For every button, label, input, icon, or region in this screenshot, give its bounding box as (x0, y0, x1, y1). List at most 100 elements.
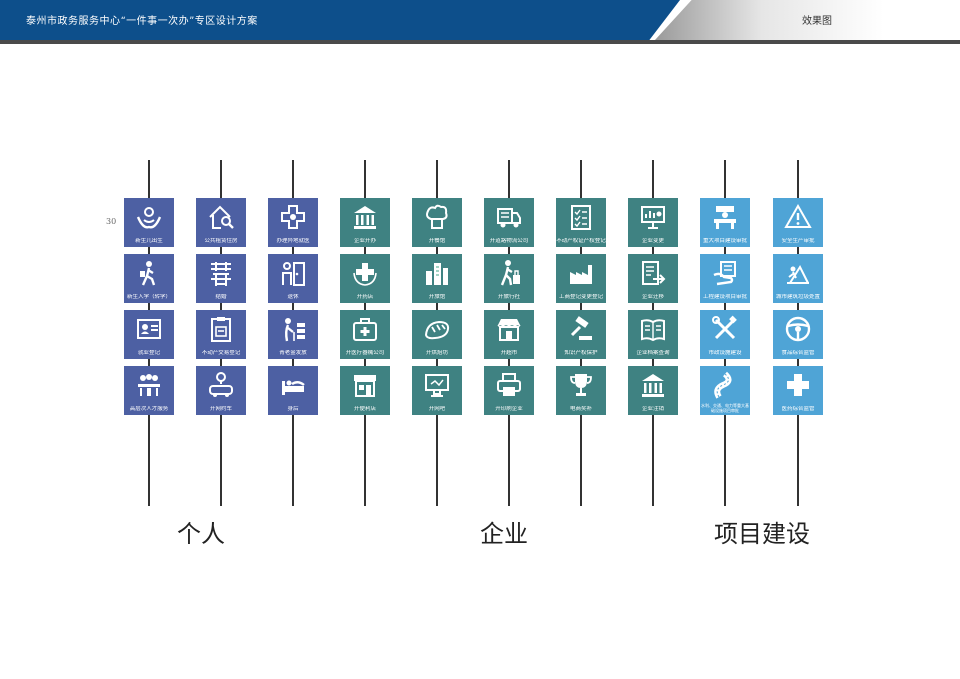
service-tile-label: 开网约车 (209, 406, 232, 412)
service-tile[interactable]: 新生儿出生 (124, 198, 174, 247)
service-column: 公共租赁住房 结婚不动产交易登记开网约车 (196, 160, 246, 506)
service-column: 办理异地就医退休青老金发放身后 (268, 160, 318, 506)
service-tile[interactable]: 退休 (268, 254, 318, 303)
service-tile[interactable]: 青老金发放 (268, 310, 318, 359)
plus-cross-icon (787, 374, 809, 396)
section-label: 效果图 (802, 16, 832, 27)
service-tile[interactable]: 安全生产审批 (773, 198, 823, 247)
service-tile[interactable]: 知识产权保护 (556, 310, 606, 359)
service-tile-label: 开药店 (356, 294, 374, 300)
service-tile-label: 开网吧 (428, 406, 446, 412)
service-tile[interactable]: 高层次人才服务 (124, 366, 174, 415)
traveler-luggage-icon (500, 260, 520, 286)
service-tile-label: 新生儿出生 (135, 238, 163, 244)
service-tile[interactable]: 不动产交易登记 (196, 310, 246, 359)
service-tile[interactable]: 开超市 (484, 310, 534, 359)
bank-building-icon (354, 206, 376, 229)
service-tile[interactable]: 不动产权证产权登记 (556, 198, 606, 247)
service-column: 新生儿出生新生入学（转学） 就业登记高层次人才服务 (124, 160, 174, 506)
service-tile[interactable]: 新生入学（转学） (124, 254, 174, 303)
service-tile[interactable]: 开旅行社 (484, 254, 534, 303)
presentation-board-icon (641, 206, 665, 229)
document-title: 泰州市政务服务中心“一件事一次办”专区设计方案 (26, 16, 258, 27)
service-column: 开道路物流公司 开旅行社开超市开印刷企业 (484, 160, 534, 506)
wrench-screwdriver-icon (712, 315, 737, 340)
service-tile[interactable]: 开药店 (340, 254, 390, 303)
warning-triangle-icon (784, 203, 812, 228)
service-tile[interactable]: 开印刷企业 (484, 366, 534, 415)
service-tile[interactable]: 开餐馆 (412, 198, 462, 247)
service-tile-label: 高层次人才服务 (129, 406, 169, 412)
service-tile[interactable]: 企业注销 (628, 366, 678, 415)
service-tile[interactable]: 企业档案查询 (628, 310, 678, 359)
service-tile-label: 企业开办 (353, 238, 376, 244)
service-tile[interactable]: 就业登记 (124, 310, 174, 359)
service-column: 企业变更企业迁移企业档案查询企业注销 (628, 160, 678, 506)
service-tile-label: 就业登记 (137, 350, 160, 356)
service-tile-label: 开医疗器械公司 (345, 350, 385, 356)
service-tile[interactable]: 企业迁移 (628, 254, 678, 303)
service-tile[interactable]: 开旅馆 (412, 254, 462, 303)
trophy-icon (570, 374, 592, 396)
service-column: 重大项目建设审批工程建设项目审批市政设施建设水利、交通、电力等重大基础设施项目审… (700, 160, 750, 506)
winding-road-icon (714, 371, 732, 399)
service-tile[interactable]: 身后 (268, 366, 318, 415)
hand-document-icon (713, 261, 736, 286)
service-tile-label: 企业注销 (641, 406, 664, 412)
service-tile[interactable]: 食品综合监管 (773, 310, 823, 359)
header-divider (0, 40, 960, 44)
service-tile[interactable]: 工程建设项目审批 (700, 254, 750, 303)
factory-icon (570, 265, 592, 284)
city-buildings-icon (426, 263, 448, 285)
service-tile[interactable]: 企业变更 (628, 198, 678, 247)
service-tile-label: 结婚 (215, 294, 227, 300)
service-tile[interactable]: 水利、交通、电力等重大基础设施项目审批 (700, 366, 750, 415)
service-tile-label: 知识产权保护 (564, 350, 598, 356)
service-tile-label: 电商奖补 (569, 406, 592, 412)
service-tile[interactable]: 电商奖补 (556, 366, 606, 415)
service-tile[interactable]: 开便利店 (340, 366, 390, 415)
category-label-project: 项目建设 (714, 520, 810, 548)
supermarket-icon (497, 319, 521, 341)
id-card-icon (137, 319, 161, 339)
gavel-icon (570, 316, 592, 340)
steering-circle-icon (785, 316, 811, 342)
service-tile-label: 开便利店 (353, 406, 376, 412)
service-tile-label: 食品综合监管 (781, 350, 815, 356)
service-tile[interactable]: 公共租赁住房 (196, 198, 246, 247)
service-tile-label: 医药综合监管 (781, 406, 815, 412)
service-tile[interactable]: 开道路物流公司 (484, 198, 534, 247)
service-tile[interactable]: 开网约车 (196, 366, 246, 415)
service-tile-label: 市政设施建设 (708, 350, 742, 356)
service-tile-label: 开超市 (500, 350, 518, 356)
service-tile[interactable]: 重大项目建设审批 (700, 198, 750, 247)
double-happiness-icon (211, 262, 231, 286)
checklist-icon (571, 205, 591, 230)
service-column: 不动产权证产权登记 工商登记变更登记 知识产权保护 电商奖补 (556, 160, 606, 506)
service-tile-label: 开印刷企业 (495, 406, 523, 412)
service-tile-label: 重大项目建设审批 (702, 238, 747, 244)
service-tile-label: 退休 (287, 294, 299, 300)
service-tile[interactable]: 开网吧 (412, 366, 462, 415)
bed-icon (282, 380, 305, 395)
storefront-icon (354, 375, 376, 397)
service-tile[interactable]: 医药综合监管 (773, 366, 823, 415)
monitor-icon (425, 374, 449, 397)
service-tile-label: 不动产权证产权登记 (556, 238, 606, 244)
desk-person-icon (714, 206, 736, 229)
baby-hands-icon (136, 207, 162, 229)
service-tile[interactable]: 工商登记变更登记 (556, 254, 606, 303)
clipboard-icon (211, 317, 231, 342)
service-tile[interactable]: 市政设施建设 (700, 310, 750, 359)
service-tile-label: 开烘焙坊 (425, 350, 448, 356)
service-tile[interactable]: 办理异地就医 (268, 198, 318, 247)
service-tile-label: 工商登记变更登记 (558, 294, 603, 300)
service-tile[interactable]: 开烘焙坊 (412, 310, 462, 359)
service-tile[interactable]: 开医疗器械公司 (340, 310, 390, 359)
service-tile-label: 公共租赁住房 (204, 238, 238, 244)
service-tile[interactable]: 城市建筑垃圾处置 (773, 254, 823, 303)
service-tile[interactable]: 结婚 (196, 254, 246, 303)
cross-wreath-icon (353, 263, 377, 286)
service-tile[interactable]: 企业开办 (340, 198, 390, 247)
meeting-people-icon (138, 374, 160, 396)
